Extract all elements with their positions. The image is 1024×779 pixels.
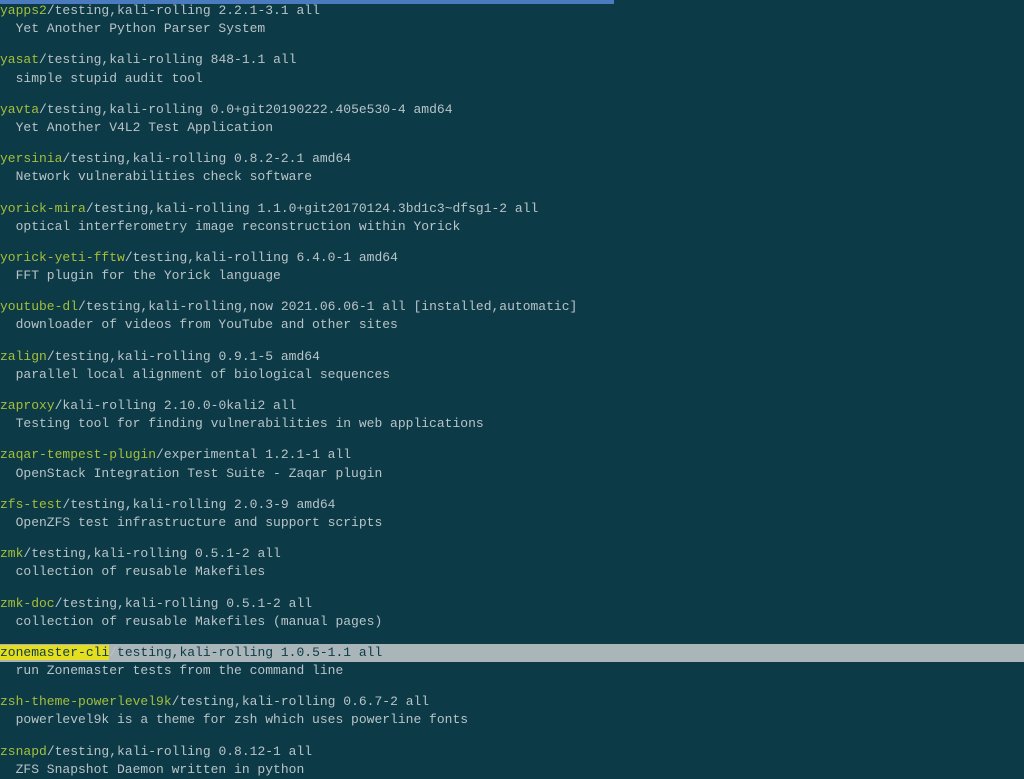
- package-meta: testing,kali-rolling 0.5.1-2 all: [31, 546, 281, 561]
- package-meta: experimental 1.2.1-1 all: [164, 447, 351, 462]
- package-meta: testing,kali-rolling 0.6.7-2 all: [179, 694, 429, 709]
- package-name: zaqar-tempest-plugin: [0, 447, 156, 462]
- package-meta: testing,kali-rolling 2.0.3-9 amd64: [70, 497, 335, 512]
- package-name: zaproxy: [0, 398, 55, 413]
- package-name: zalign: [0, 349, 47, 364]
- package-description: ZFS Snapshot Daemon written in python: [0, 761, 1024, 779]
- package-entry: zmk/testing,kali-rolling 0.5.1-2 allcoll…: [0, 545, 1024, 581]
- package-name: zfs-test: [0, 497, 62, 512]
- package-description: collection of reusable Makefiles: [0, 563, 1024, 581]
- package-name: zmk-doc: [0, 596, 55, 611]
- package-description: powerlevel9k is a theme for zsh which us…: [0, 711, 1024, 729]
- package-header: yorick-yeti-fftw/testing,kali-rolling 6.…: [0, 249, 1024, 267]
- package-description: parallel local alignment of biological s…: [0, 366, 1024, 384]
- package-entry: yasat/testing,kali-rolling 848-1.1 allsi…: [0, 51, 1024, 87]
- package-header: youtube-dl/testing,kali-rolling,now 2021…: [0, 298, 1024, 316]
- package-name: yapps2: [0, 3, 47, 18]
- separator-slash: /: [47, 349, 55, 364]
- package-description: FFT plugin for the Yorick language: [0, 267, 1024, 285]
- package-entry: zalign/testing,kali-rolling 0.9.1-5 amd6…: [0, 348, 1024, 384]
- package-header: yapps2/testing,kali-rolling 2.2.1-3.1 al…: [0, 2, 1024, 20]
- package-header: zmk/testing,kali-rolling 0.5.1-2 all: [0, 545, 1024, 563]
- package-meta: testing,kali-rolling 0.8.12-1 all: [55, 744, 312, 759]
- package-name: zsh-theme-powerlevel9k: [0, 694, 172, 709]
- package-meta: testing,kali-rolling 0.9.1-5 amd64: [55, 349, 320, 364]
- package-entry: zsh-theme-powerlevel9k/testing,kali-roll…: [0, 693, 1024, 729]
- package-meta: testing,kali-rolling 0.0+git20190222.405…: [47, 102, 453, 117]
- package-entry: zmk-doc/testing,kali-rolling 0.5.1-2 all…: [0, 595, 1024, 631]
- package-meta: testing,kali-rolling 848-1.1 all: [47, 52, 297, 67]
- package-entry: yersinia/testing,kali-rolling 0.8.2-2.1 …: [0, 150, 1024, 186]
- separator-slash: /: [39, 102, 47, 117]
- package-description: downloader of videos from YouTube and ot…: [0, 316, 1024, 334]
- package-name: zonemaster-cli: [0, 645, 109, 660]
- package-entry: yorick-yeti-fftw/testing,kali-rolling 6.…: [0, 249, 1024, 285]
- package-description: collection of reusable Makefiles (manual…: [0, 613, 1024, 631]
- package-header: yorick-mira/testing,kali-rolling 1.1.0+g…: [0, 200, 1024, 218]
- package-name: yorick-mira: [0, 201, 86, 216]
- package-meta: testing,kali-rolling 2.2.1-3.1 all: [55, 3, 320, 18]
- package-meta: testing,kali-rolling 1.1.0+git20170124.3…: [94, 201, 539, 216]
- package-name: youtube-dl: [0, 299, 78, 314]
- scrollbar-track[interactable]: [0, 0, 1024, 4]
- package-entry: zaqar-tempest-plugin/experimental 1.2.1-…: [0, 446, 1024, 482]
- separator-slash: /: [109, 645, 117, 660]
- package-name: yersinia: [0, 151, 62, 166]
- package-meta: testing,kali-rolling 6.4.0-1 amd64: [133, 250, 398, 265]
- separator-slash: /: [156, 447, 164, 462]
- package-name: yorick-yeti-fftw: [0, 250, 125, 265]
- package-header: zsh-theme-powerlevel9k/testing,kali-roll…: [0, 693, 1024, 711]
- package-header: yersinia/testing,kali-rolling 0.8.2-2.1 …: [0, 150, 1024, 168]
- package-header: zsnapd/testing,kali-rolling 0.8.12-1 all: [0, 743, 1024, 761]
- package-header: zaqar-tempest-plugin/experimental 1.2.1-…: [0, 446, 1024, 464]
- package-description: OpenZFS test infrastructure and support …: [0, 514, 1024, 532]
- separator-slash: /: [125, 250, 133, 265]
- package-description: Testing tool for finding vulnerabilities…: [0, 415, 1024, 433]
- package-header: yasat/testing,kali-rolling 848-1.1 all: [0, 51, 1024, 69]
- package-description: optical interferometry image reconstruct…: [0, 218, 1024, 236]
- package-description: Yet Another Python Parser System: [0, 20, 1024, 38]
- package-meta: testing,kali-rolling 0.8.2-2.1 amd64: [70, 151, 351, 166]
- package-description: OpenStack Integration Test Suite - Zaqar…: [0, 465, 1024, 483]
- package-name: zmk: [0, 546, 23, 561]
- package-entry: zfs-test/testing,kali-rolling 2.0.3-9 am…: [0, 496, 1024, 532]
- package-entry: zaproxy/kali-rolling 2.10.0-0kali2 allTe…: [0, 397, 1024, 433]
- separator-slash: /: [78, 299, 86, 314]
- package-header: zfs-test/testing,kali-rolling 2.0.3-9 am…: [0, 496, 1024, 514]
- separator-slash: /: [39, 52, 47, 67]
- package-entry: yapps2/testing,kali-rolling 2.2.1-3.1 al…: [0, 2, 1024, 38]
- package-description: Yet Another V4L2 Test Application: [0, 119, 1024, 137]
- package-meta: testing,kali-rolling 0.5.1-2 all: [62, 596, 312, 611]
- package-description: simple stupid audit tool: [0, 70, 1024, 88]
- package-meta: testing,kali-rolling 1.0.5-1.1 all: [117, 645, 382, 660]
- package-name: zsnapd: [0, 744, 47, 759]
- scrollbar-thumb[interactable]: [0, 0, 614, 4]
- package-entry: youtube-dl/testing,kali-rolling,now 2021…: [0, 298, 1024, 334]
- separator-slash: /: [172, 694, 180, 709]
- package-name: yasat: [0, 52, 39, 67]
- package-header: zmk-doc/testing,kali-rolling 0.5.1-2 all: [0, 595, 1024, 613]
- separator-slash: /: [55, 596, 63, 611]
- package-meta: testing,kali-rolling,now 2021.06.06-1 al…: [86, 299, 577, 314]
- package-header: yavta/testing,kali-rolling 0.0+git201902…: [0, 101, 1024, 119]
- package-description: Network vulnerabilities check software: [0, 168, 1024, 186]
- package-description: run Zonemaster tests from the command li…: [0, 662, 1024, 680]
- separator-slash: /: [47, 3, 55, 18]
- package-entry: yavta/testing,kali-rolling 0.0+git201902…: [0, 101, 1024, 137]
- separator-slash: /: [86, 201, 94, 216]
- package-header: zalign/testing,kali-rolling 0.9.1-5 amd6…: [0, 348, 1024, 366]
- package-entry: zonemaster-cli/testing,kali-rolling 1.0.…: [0, 644, 1024, 680]
- separator-slash: /: [47, 744, 55, 759]
- package-header: zaproxy/kali-rolling 2.10.0-0kali2 all: [0, 397, 1024, 415]
- package-list: yapps2/testing,kali-rolling 2.2.1-3.1 al…: [0, 0, 1024, 779]
- package-name: yavta: [0, 102, 39, 117]
- package-entry: zsnapd/testing,kali-rolling 0.8.12-1 all…: [0, 743, 1024, 779]
- package-entry: yorick-mira/testing,kali-rolling 1.1.0+g…: [0, 200, 1024, 236]
- package-header: zonemaster-cli/testing,kali-rolling 1.0.…: [0, 644, 1024, 662]
- package-meta: kali-rolling 2.10.0-0kali2 all: [62, 398, 296, 413]
